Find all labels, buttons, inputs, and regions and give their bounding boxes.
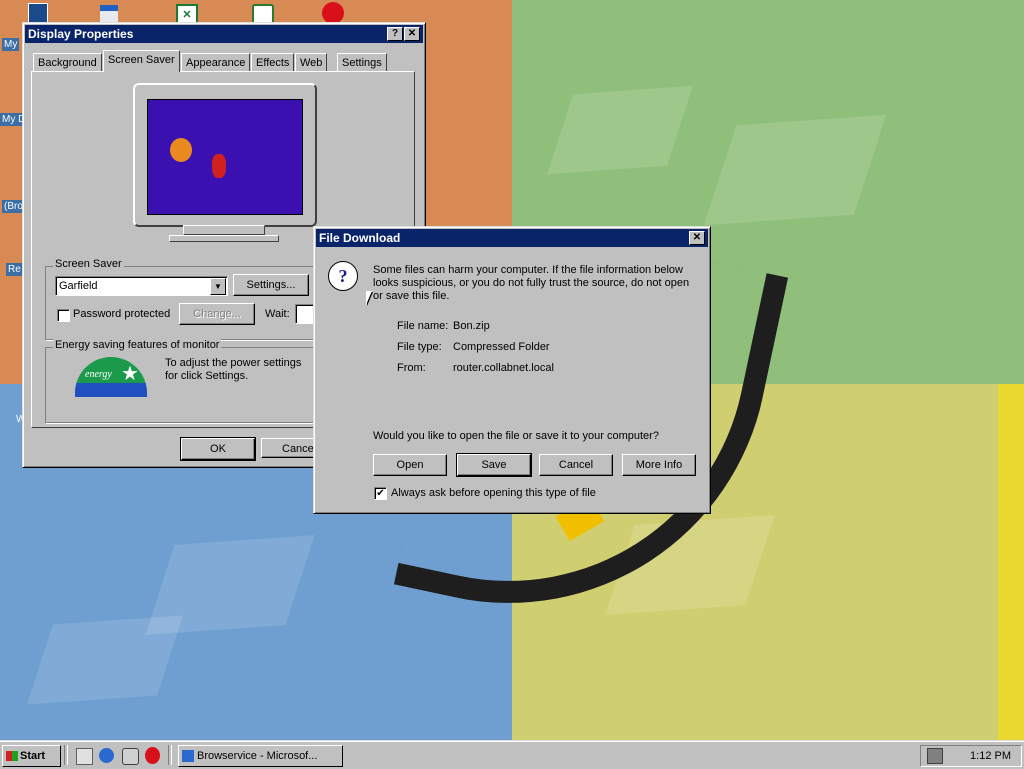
- warning-text: Some files can harm your computer. If th…: [373, 264, 690, 302]
- wait-label: Wait:: [265, 308, 290, 320]
- question-text: Would you like to open the file or save …: [373, 430, 659, 442]
- opera-icon[interactable]: [322, 2, 344, 24]
- taskbar-item-label: Browservice - Microsof...: [197, 750, 318, 762]
- password-label: Password protected: [73, 308, 171, 320]
- display-properties-titlebar[interactable]: Display Properties ? ✕: [25, 25, 423, 43]
- file-name-value: Bon.zip: [453, 320, 490, 332]
- file-type-label: File type:: [397, 341, 442, 353]
- odie-sprite-icon: [212, 154, 226, 178]
- show-desktop-icon[interactable]: [76, 748, 93, 765]
- wallpaper-edge: [998, 384, 1024, 740]
- taskbar-separator: [168, 745, 172, 765]
- screensaver-value: Garfield: [59, 280, 98, 292]
- display-settings-icon[interactable]: [927, 748, 943, 764]
- from-value: router.collabnet.local: [453, 362, 554, 374]
- energy-logo-text: energy: [85, 369, 112, 380]
- screensaver-preview: [147, 99, 303, 215]
- dialog-title: File Download: [319, 231, 401, 245]
- file-name-label: File name:: [397, 320, 449, 332]
- star-icon: ★: [121, 363, 139, 385]
- question-icon: ?: [328, 261, 358, 291]
- password-checkbox[interactable]: [57, 309, 70, 322]
- monitor-icon[interactable]: [28, 3, 48, 23]
- taskbar-separator: [64, 745, 68, 765]
- opera-icon[interactable]: [145, 747, 160, 764]
- open-button[interactable]: Open: [373, 454, 447, 476]
- internet-explorer-icon[interactable]: [99, 748, 114, 763]
- file-download-titlebar[interactable]: File Download ✕: [316, 229, 708, 247]
- tab-background[interactable]: Background: [33, 53, 102, 72]
- outlook-express-icon[interactable]: [122, 748, 139, 765]
- tab-appearance[interactable]: Appearance: [181, 53, 251, 72]
- close-button[interactable]: ✕: [689, 231, 705, 245]
- taskbar: Start Browservice - Microsof... 1:12 PM: [0, 740, 1024, 769]
- energy-text: To adjust the power settings for click S…: [165, 357, 302, 382]
- system-tray: 1:12 PM: [920, 745, 1022, 767]
- ok-button[interactable]: OK: [180, 437, 256, 461]
- screensaver-select[interactable]: Garfield ▼: [55, 276, 228, 296]
- change-button[interactable]: Change...: [179, 303, 255, 325]
- more-info-button[interactable]: More Info: [622, 454, 696, 476]
- help-button[interactable]: ?: [387, 27, 403, 41]
- windows-flag-icon: [6, 751, 18, 762]
- screensaver-group-label: Screen Saver: [53, 258, 124, 270]
- monitor-stand: [183, 225, 265, 235]
- recycle-bin-icon[interactable]: Re: [6, 263, 23, 276]
- monitor-base: [169, 235, 279, 242]
- file-download-dialog: File Download ✕ ? Some files can harm yo…: [313, 226, 711, 514]
- from-label: From:: [397, 362, 426, 374]
- file-type-value: Compressed Folder: [453, 341, 550, 353]
- energy-group-label: Energy saving features of monitor: [53, 339, 222, 351]
- start-button[interactable]: Start: [2, 745, 61, 767]
- browser-icon: [182, 750, 194, 763]
- tab-effects[interactable]: Effects: [251, 53, 295, 72]
- window-title: Display Properties: [28, 27, 134, 41]
- tab-web[interactable]: Web: [295, 53, 328, 72]
- garfield-sprite-icon: [170, 138, 192, 162]
- start-label: Start: [20, 750, 46, 762]
- settings-button[interactable]: Settings...: [233, 274, 309, 296]
- cancel-button[interactable]: Cancel: [539, 454, 613, 476]
- taskbar-item-browservice[interactable]: Browservice - Microsof...: [178, 745, 343, 767]
- tab-screen-saver[interactable]: Screen Saver: [103, 50, 180, 72]
- tab-settings[interactable]: Settings: [337, 53, 387, 72]
- wait-input[interactable]: [295, 304, 314, 324]
- always-ask-label: Always ask before opening this type of f…: [391, 487, 596, 499]
- monitor-preview: [133, 83, 317, 227]
- always-ask-checkbox[interactable]: ✔: [374, 487, 387, 500]
- clock[interactable]: 1:12 PM: [970, 746, 1011, 766]
- save-button[interactable]: Save: [456, 453, 532, 477]
- mouse-pointer-icon: [366, 291, 372, 305]
- close-button[interactable]: ✕: [404, 27, 420, 41]
- chevron-down-icon[interactable]: ▼: [210, 278, 226, 295]
- my-documents-icon[interactable]: My: [2, 38, 20, 51]
